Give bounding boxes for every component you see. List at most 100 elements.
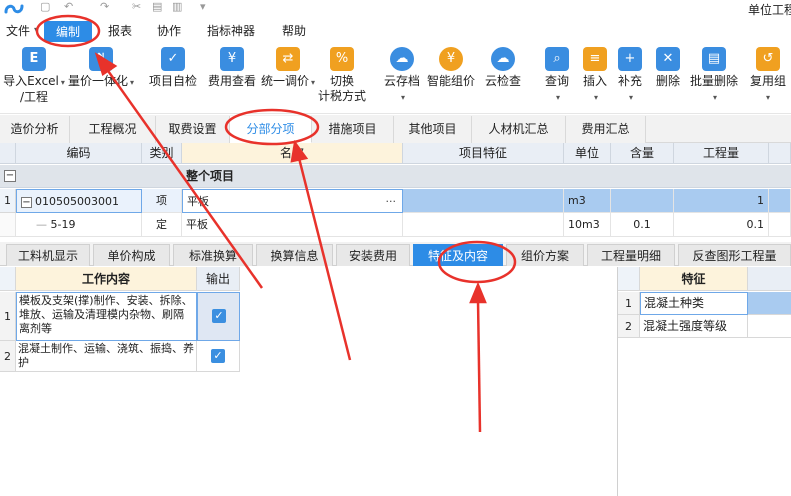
query-button[interactable]: ⌕ 查询 ▾	[540, 42, 574, 112]
cloud-save-button[interactable]: ☁ 云存档 ▾	[380, 42, 424, 112]
row-number: 1	[618, 292, 640, 315]
tab-fee-settings[interactable]: 取费设置	[156, 116, 230, 143]
col-header-feature[interactable]: 项目特征	[403, 143, 564, 164]
feature-value[interactable]	[748, 315, 791, 338]
tab-pricing-plan[interactable]: 组价方案	[506, 244, 584, 266]
redo-icon[interactable]: ↷	[100, 0, 109, 14]
reuse-button[interactable]: ↺ 复用组 ▾	[750, 42, 791, 112]
row-type[interactable]: 项	[142, 189, 182, 213]
paste-icon[interactable]: ▥	[172, 0, 182, 14]
unify-price-button[interactable]: ⇄ 统一调价 ▾	[261, 42, 315, 112]
tab-other-items[interactable]: 其他项目	[394, 116, 472, 143]
fee-view-button[interactable]: ¥ 费用查看	[205, 42, 259, 112]
collapse-icon[interactable]: −	[4, 170, 16, 182]
tab-project-overview[interactable]: 工程概况	[70, 116, 156, 143]
switch-tax-button[interactable]: % 切换 计税方式	[315, 42, 369, 112]
work-content-text[interactable]: 混凝土制作、运输、浇筑、振捣、养护	[16, 341, 197, 372]
menu-collaborate[interactable]: 协作	[153, 20, 185, 42]
checkbox-checked-icon[interactable]: ✓	[212, 309, 226, 323]
col-header-feature[interactable]: 特征	[640, 267, 748, 291]
quick-access-dropdown-icon[interactable]: ▾	[200, 0, 206, 14]
smart-price-icon: ¥	[439, 47, 463, 71]
quantity-price-button[interactable]: ⇅ 量价一体化 ▾	[68, 42, 134, 112]
chevron-down-icon: ▾	[60, 78, 65, 87]
feature-name[interactable]: 混凝土种类	[640, 292, 748, 315]
excel-import-icon: E	[22, 47, 46, 71]
row-name-cell[interactable]: 平板 ···	[182, 189, 403, 213]
menu-edit[interactable]: 编制	[44, 21, 93, 42]
tab-standard-conversion[interactable]: 标准换算	[173, 244, 253, 266]
row-name[interactable]: 平板	[182, 213, 403, 237]
cloud-check-icon: ☁	[491, 47, 515, 71]
row-content[interactable]: 0.1	[611, 213, 674, 237]
save-icon[interactable]: ▢	[40, 0, 50, 14]
menu-report[interactable]: 报表	[104, 20, 136, 42]
row-code: 5-19	[50, 218, 76, 231]
row-feature[interactable]	[403, 189, 564, 213]
col-header-output[interactable]: 输出	[197, 267, 240, 291]
tab-conversion-info[interactable]: 换算信息	[256, 244, 333, 266]
tab-cost-analysis[interactable]: 造价分析	[0, 116, 70, 143]
menu-help[interactable]: 帮助	[278, 20, 310, 42]
col-header-unit[interactable]: 单位	[564, 143, 611, 164]
smart-price-button[interactable]: ¥ 智能组价	[425, 42, 477, 112]
more-options-icon[interactable]: ···	[386, 190, 397, 212]
tab-features-content[interactable]: 特征及内容	[413, 244, 503, 266]
feature-name[interactable]: 混凝土强度等级	[640, 315, 748, 338]
table-row[interactable]: 1 −010505003001 项 平板 ··· m3 1	[0, 189, 791, 213]
row-feature[interactable]	[403, 213, 564, 237]
tab-reverse-graphic[interactable]: 反查图形工程量	[678, 244, 791, 266]
row-quantity[interactable]: 0.1	[674, 213, 769, 237]
cloud-save-label: 云存档	[383, 74, 420, 88]
row-unit[interactable]: 10m3	[564, 213, 611, 237]
menu-bar: 文件 ▾ 编制 报表 协作 指标神器 帮助	[0, 20, 791, 42]
query-label: 查询	[544, 74, 569, 88]
group-row[interactable]: − 整个项目	[0, 165, 791, 188]
row-unit[interactable]: m3	[564, 189, 611, 213]
col-header-code[interactable]: 编码	[16, 143, 142, 164]
row-code-cell[interactable]: — 5-19	[16, 213, 142, 237]
collapse-icon[interactable]: −	[21, 197, 32, 208]
quantity-price-icon: ⇅	[89, 47, 113, 71]
tab-quantity-detail[interactable]: 工程量明细	[587, 244, 675, 266]
row-number: 2	[0, 341, 16, 372]
supplement-button[interactable]: + 补充 ▾	[613, 42, 647, 112]
col-header-type[interactable]: 类别	[142, 143, 182, 164]
self-check-button[interactable]: ✓ 项目自检	[146, 42, 200, 112]
col-header-quantity[interactable]: 工程量	[674, 143, 769, 164]
tab-fee-summary[interactable]: 费用汇总	[566, 116, 646, 143]
feature-value[interactable]	[748, 292, 791, 315]
batch-delete-button[interactable]: ▤ 批量删除 ▾	[688, 42, 740, 112]
row-type[interactable]: 定	[142, 213, 182, 237]
tab-measures[interactable]: 措施项目	[312, 116, 394, 143]
tab-unit-price-composition[interactable]: 单价构成	[93, 244, 170, 266]
row-content[interactable]	[611, 189, 674, 213]
cloud-check-button[interactable]: ☁ 云检查	[481, 42, 525, 112]
checkbox-checked-icon[interactable]: ✓	[211, 349, 225, 363]
tab-sub-items[interactable]: 分部分项	[230, 116, 312, 143]
table-row[interactable]: — 5-19 定 平板 10m3 0.1 0.1	[0, 213, 791, 237]
col-header-name[interactable]: 名称	[182, 143, 403, 164]
import-excel-button[interactable]: E 导入Excel ▾ /工程	[2, 42, 66, 112]
output-cell[interactable]: ✓	[197, 341, 240, 372]
cut-icon[interactable]: ✂	[132, 0, 141, 14]
col-header-content[interactable]: 含量	[611, 143, 674, 164]
work-content-text[interactable]: 模板及支架(撑)制作、安装、拆除、堆放、运输及清理模内杂物、刷隔离剂等	[16, 292, 197, 341]
delete-button[interactable]: ✕ 删除	[651, 42, 685, 112]
row-quantity[interactable]: 1	[674, 189, 769, 213]
tab-materials-summary[interactable]: 人材机汇总	[472, 116, 566, 143]
row-code-cell[interactable]: −010505003001	[16, 189, 142, 213]
undo-icon[interactable]: ↶	[64, 0, 73, 14]
feature-table: 特征 1 混凝土种类 2 混凝土强度等级	[617, 267, 791, 496]
tab-material-display[interactable]: 工料机显示	[6, 244, 90, 266]
menu-file[interactable]: 文件	[2, 20, 34, 42]
menu-file-dropdown-icon: ▾	[34, 25, 39, 34]
insert-button[interactable]: ≡ 插入 ▾	[578, 42, 612, 112]
tab-install-fee[interactable]: 安装费用	[336, 244, 410, 266]
output-cell[interactable]: ✓	[197, 292, 240, 341]
menu-index-tool[interactable]: 指标神器	[203, 20, 259, 42]
copy-icon[interactable]: ▤	[152, 0, 162, 14]
row-name: 平板	[187, 195, 209, 208]
col-header-work-content[interactable]: 工作内容	[16, 267, 197, 291]
self-check-icon: ✓	[161, 47, 185, 71]
